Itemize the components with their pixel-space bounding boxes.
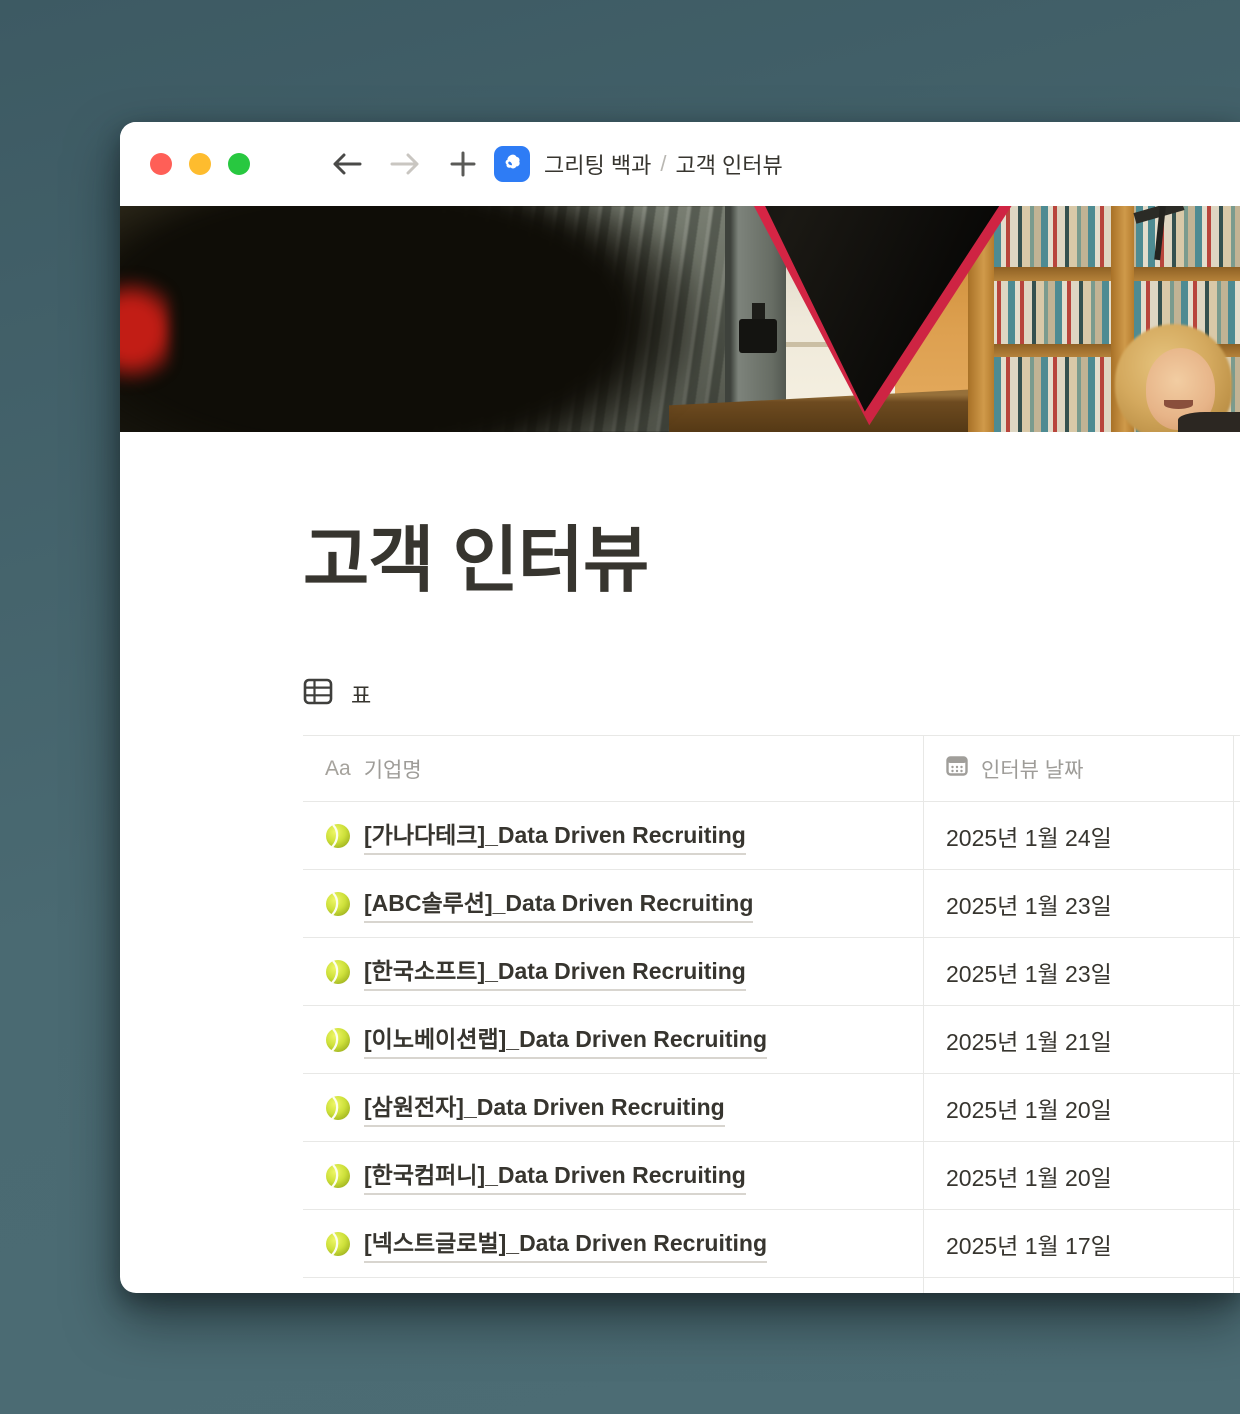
company-cell[interactable]: [넥스트글로벌]_Data Driven Recruiting — [303, 1210, 923, 1277]
row-title-link[interactable]: [넥스트글로벌]_Data Driven Recruiting — [364, 1224, 767, 1263]
date-cell[interactable]: 2025년 1월 24일 — [923, 802, 1234, 869]
breadcrumb-parent[interactable]: 그리팅 백과 — [544, 148, 651, 180]
company-cell[interactable]: [삼원전자]_Data Driven Recruiting — [303, 1074, 923, 1141]
back-arrow-icon[interactable] — [332, 149, 362, 179]
column-label: 인터뷰 날짜 — [981, 754, 1083, 784]
table-row: [한국컴퍼니]_Data Driven Recruiting 2025년 1월 … — [303, 1142, 1240, 1210]
breadcrumb-current[interactable]: 고객 인터뷰 — [675, 148, 782, 180]
app-logo-icon[interactable] — [494, 146, 530, 182]
table-view-icon — [303, 678, 333, 710]
database-table: Aa 기업명 인터뷰 날짜 [가나다테 — [303, 735, 1240, 1293]
tennis-ball-icon — [325, 1231, 351, 1257]
table-row: [한국소프트]_Data Driven Recruiting 2025년 1월 … — [303, 938, 1240, 1006]
company-cell[interactable]: [이노베이션랩]_Data Driven Recruiting — [303, 1006, 923, 1073]
text-property-icon: Aa — [325, 757, 351, 781]
table-row: [ABC솔루션]_Data Driven Recruiting 2025년 1월… — [303, 870, 1240, 938]
page-title: 고객 인터뷰 — [303, 518, 1240, 604]
table-header-row: Aa 기업명 인터뷰 날짜 — [303, 736, 1240, 802]
row-date: 2025년 1월 24일 — [946, 819, 1112, 853]
row-title-link[interactable]: [이노베이션랩]_Data Driven Recruiting — [364, 1020, 767, 1059]
row-title-link[interactable]: [한국소프트]_Data Driven Recruiting — [364, 952, 746, 991]
minimize-window-button[interactable] — [189, 153, 211, 175]
date-cell[interactable]: 2025년 1월 17일 — [923, 1210, 1234, 1277]
tennis-ball-icon — [325, 1027, 351, 1053]
column-header-interview-date[interactable]: 인터뷰 날짜 — [923, 736, 1234, 801]
tennis-ball-icon — [325, 891, 351, 917]
company-cell[interactable]: [가나다테크]_Data Driven Recruiting — [303, 802, 923, 869]
cover-shelf-board — [968, 267, 1240, 281]
cover-image — [120, 206, 1240, 432]
calendar-icon — [946, 755, 968, 782]
company-cell[interactable]: [한국컴퍼니]_Data Driven Recruiting — [303, 1142, 923, 1209]
close-window-button[interactable] — [150, 153, 172, 175]
column-header-company[interactable]: Aa 기업명 — [303, 736, 923, 801]
cover-books — [994, 281, 1112, 344]
new-tab-plus-icon[interactable] — [448, 149, 478, 179]
row-date: 2025년 1월 23일 — [946, 955, 1112, 989]
table-row-partial — [303, 1278, 1240, 1293]
table-row: [넥스트글로벌]_Data Driven Recruiting 2025년 1월… — [303, 1210, 1240, 1278]
forward-arrow-icon[interactable] — [390, 149, 420, 179]
date-cell[interactable]: 2025년 1월 21일 — [923, 1006, 1234, 1073]
row-date: 2025년 1월 20일 — [946, 1091, 1112, 1125]
date-cell[interactable]: 2025년 1월 20일 — [923, 1074, 1234, 1141]
tennis-ball-icon — [325, 823, 351, 849]
date-cell[interactable]: 2025년 1월 20일 — [923, 1142, 1234, 1209]
cover-clamp — [739, 319, 777, 353]
window-controls — [150, 153, 250, 175]
cover-books — [994, 206, 1112, 267]
company-cell[interactable]: [한국소프트]_Data Driven Recruiting — [303, 938, 923, 1005]
row-date: 2025년 1월 17일 — [946, 1227, 1112, 1261]
cover-books — [994, 357, 1112, 432]
tennis-ball-icon — [325, 1163, 351, 1189]
breadcrumb-separator: / — [660, 151, 666, 177]
breadcrumb: 그리팅 백과 / 고객 인터뷰 — [544, 148, 783, 180]
table-view-tab[interactable]: 표 — [303, 678, 1240, 710]
column-label: 기업명 — [364, 754, 422, 784]
row-title-link[interactable]: [삼원전자]_Data Driven Recruiting — [364, 1088, 725, 1127]
tennis-ball-icon — [325, 1095, 351, 1121]
table-row: [가나다테크]_Data Driven Recruiting 2025년 1월 … — [303, 802, 1240, 870]
row-date: 2025년 1월 21일 — [946, 1023, 1112, 1057]
cover-woman-shoulder — [1178, 412, 1240, 432]
company-cell[interactable]: [ABC솔루션]_Data Driven Recruiting — [303, 870, 923, 937]
tennis-ball-icon — [325, 959, 351, 985]
table-body: [가나다테크]_Data Driven Recruiting 2025년 1월 … — [303, 802, 1240, 1278]
table-row: [이노베이션랩]_Data Driven Recruiting 2025년 1월… — [303, 1006, 1240, 1074]
cover-silhouette — [120, 206, 702, 432]
row-title-link[interactable]: [한국컴퍼니]_Data Driven Recruiting — [364, 1156, 746, 1195]
zoom-window-button[interactable] — [228, 153, 250, 175]
table-row: [삼원전자]_Data Driven Recruiting 2025년 1월 2… — [303, 1074, 1240, 1142]
titlebar: 그리팅 백과 / 고객 인터뷰 — [120, 122, 1240, 206]
menu-icon[interactable] — [278, 149, 304, 179]
row-date: 2025년 1월 23일 — [946, 887, 1112, 921]
row-date: 2025년 1월 20일 — [946, 1159, 1112, 1193]
row-title-link[interactable]: [ABC솔루션]_Data Driven Recruiting — [364, 884, 753, 923]
table-view-label: 표 — [351, 678, 371, 710]
app-window: 그리팅 백과 / 고객 인터뷰 — [120, 122, 1240, 1293]
date-cell[interactable]: 2025년 1월 23일 — [923, 938, 1234, 1005]
cover-red-blob — [120, 265, 170, 396]
row-title-link[interactable]: [가나다테크]_Data Driven Recruiting — [364, 816, 746, 855]
date-cell[interactable]: 2025년 1월 23일 — [923, 870, 1234, 937]
